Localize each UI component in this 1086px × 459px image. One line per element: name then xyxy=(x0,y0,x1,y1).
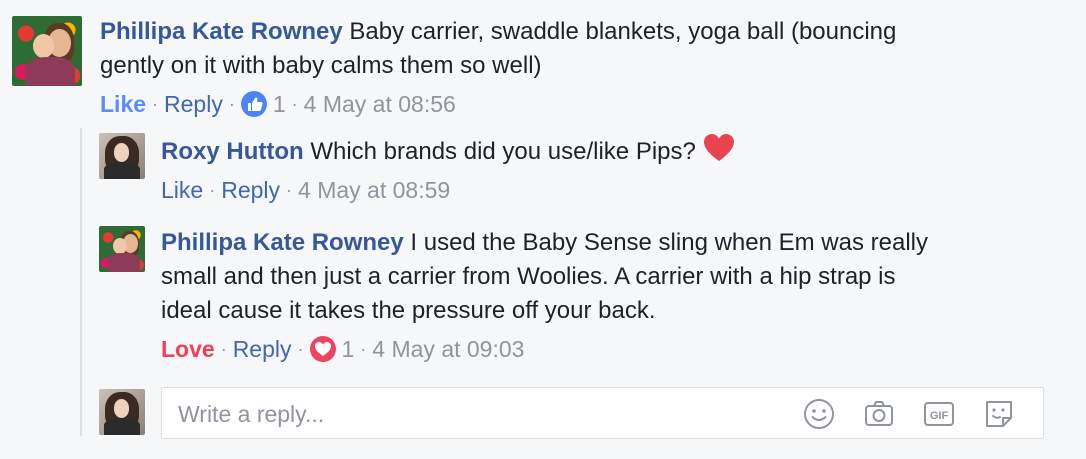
separator: · xyxy=(360,338,367,359)
avatar-body xyxy=(103,418,141,435)
separator: · xyxy=(291,93,298,114)
reaction-count[interactable]: 1 xyxy=(342,336,355,363)
avatar-baby-face xyxy=(33,34,54,58)
reaction-count[interactable]: 1 xyxy=(273,91,286,118)
comment-text: ideal cause it takes the pressure off yo… xyxy=(161,297,656,324)
thread-line xyxy=(80,128,82,436)
love-button[interactable]: Love xyxy=(161,336,215,363)
avatar[interactable] xyxy=(12,16,82,86)
avatar xyxy=(99,389,145,435)
avatar-face xyxy=(113,143,130,162)
comment-actions: Like · Reply · 1 · 4 May at 08:56 xyxy=(100,89,456,119)
reply-composer[interactable]: GIF xyxy=(161,387,1044,439)
heart-emoji-icon xyxy=(702,133,736,173)
separator: · xyxy=(152,93,159,114)
reply-button[interactable]: Reply xyxy=(233,336,292,363)
avatar-body xyxy=(108,252,141,272)
comment-actions: Love · Reply · 1 · 4 May at 09:03 xyxy=(161,334,524,364)
love-icon[interactable] xyxy=(309,336,336,362)
like-button[interactable]: Like xyxy=(100,91,146,118)
timestamp[interactable]: 4 May at 09:03 xyxy=(372,336,524,363)
camera-icon[interactable] xyxy=(863,398,895,430)
separator: · xyxy=(297,338,304,359)
timestamp[interactable]: 4 May at 08:59 xyxy=(298,177,450,204)
reply-button[interactable]: Reply xyxy=(221,177,280,204)
reply-input[interactable] xyxy=(176,396,780,432)
comment-text: gently on it with baby calms them so wel… xyxy=(100,52,542,79)
separator: · xyxy=(209,179,216,200)
timestamp[interactable]: 4 May at 08:56 xyxy=(304,91,456,118)
author-name[interactable]: Roxy Hutton xyxy=(161,138,304,165)
gif-icon[interactable]: GIF xyxy=(923,398,955,430)
gif-label: GIF xyxy=(930,410,949,422)
avatar-face xyxy=(113,399,130,418)
avatar[interactable] xyxy=(99,226,145,272)
avatar-body xyxy=(103,162,141,179)
comment-body: Roxy Hutton Which brands did you use/lik… xyxy=(161,133,1041,173)
like-icon[interactable] xyxy=(240,91,267,117)
comment-text: Baby carrier, swaddle blankets, yoga bal… xyxy=(342,18,897,45)
like-button[interactable]: Like xyxy=(161,177,203,204)
comment-actions: Like · Reply · 4 May at 08:59 xyxy=(161,175,450,205)
emoji-icon[interactable] xyxy=(803,398,835,430)
author-name[interactable]: Phillipa Kate Rowney xyxy=(161,229,404,256)
comment-text: Which brands did you use/like Pips? xyxy=(303,138,696,165)
comment-text: I used the Baby Sense sling when Em was … xyxy=(403,229,928,256)
comment-text: small and then just a carrier from Wooli… xyxy=(161,263,896,290)
avatar-baby-face xyxy=(112,237,127,254)
comment-body: Phillipa Kate Rowney Baby carrier, swadd… xyxy=(100,15,1060,83)
separator: · xyxy=(286,179,293,200)
sticker-icon[interactable] xyxy=(983,398,1015,430)
avatar-body xyxy=(26,56,75,86)
comment-body: Phillipa Kate Rowney I used the Baby Sen… xyxy=(161,226,1041,328)
separator: · xyxy=(228,93,235,114)
separator: · xyxy=(220,338,227,359)
reply-button[interactable]: Reply xyxy=(164,91,223,118)
avatar[interactable] xyxy=(99,133,145,179)
author-name[interactable]: Phillipa Kate Rowney xyxy=(100,18,343,45)
